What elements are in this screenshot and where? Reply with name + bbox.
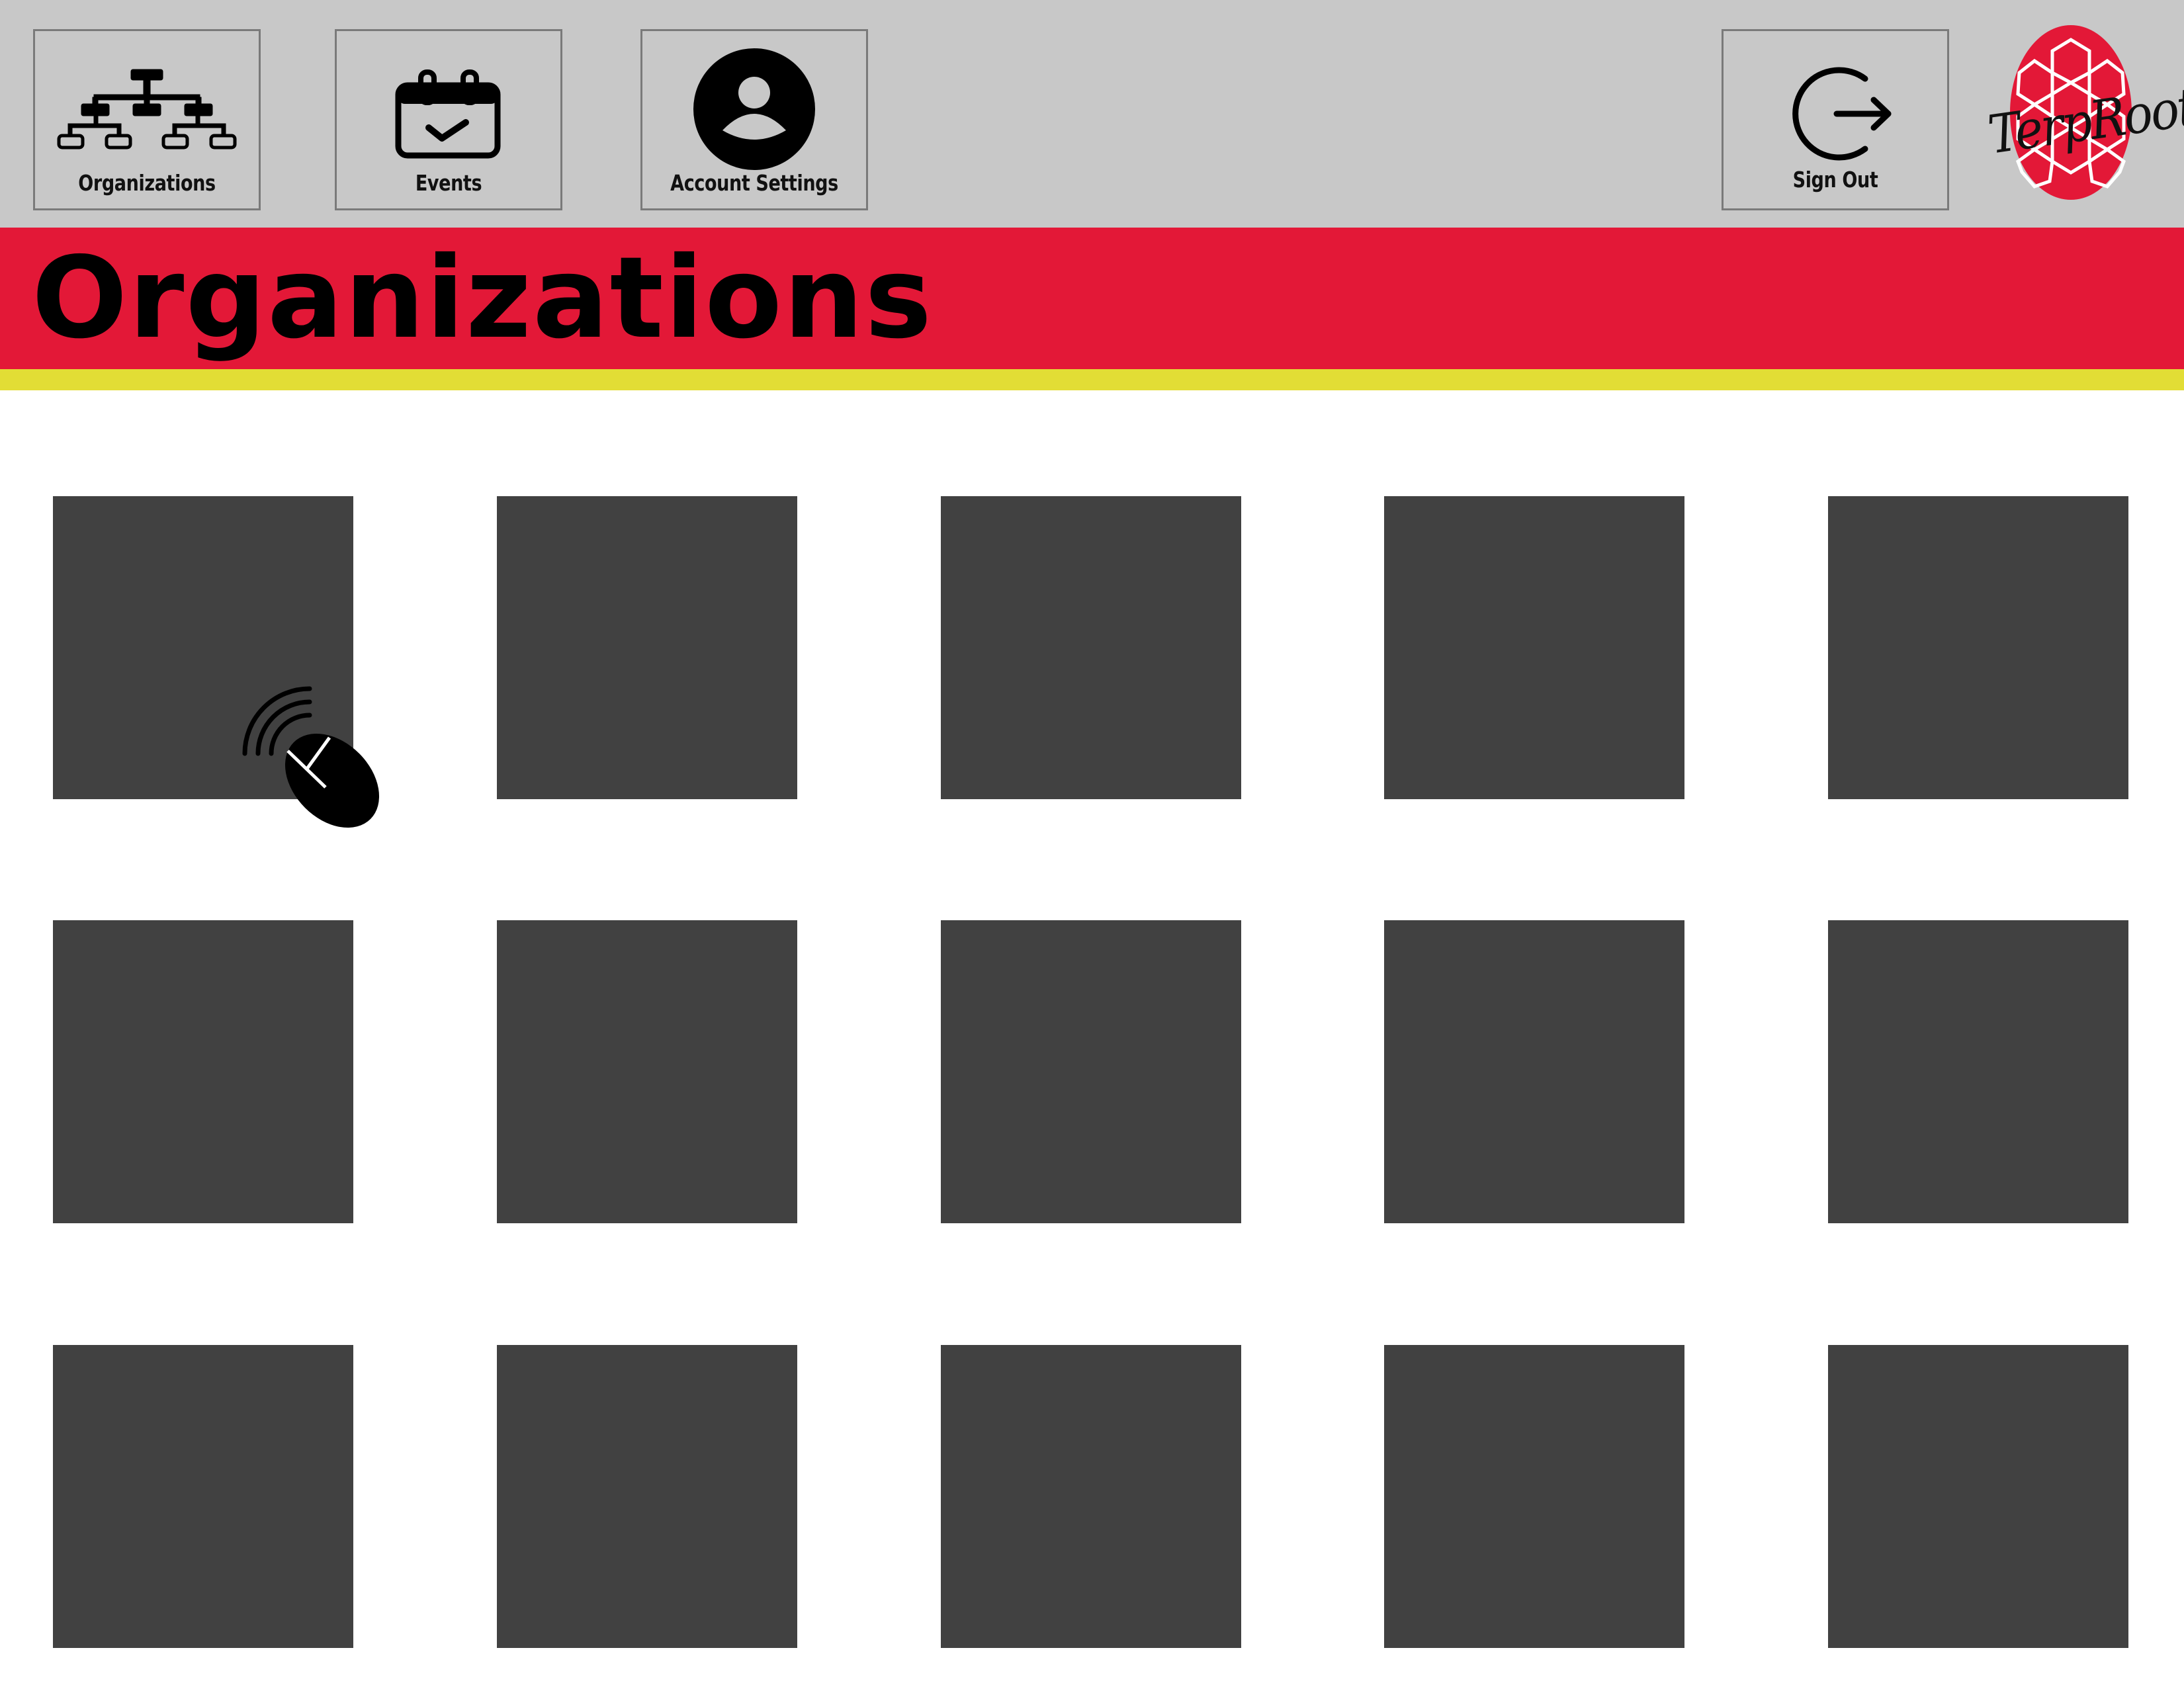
nav-account-settings-button[interactable]: Account Settings [640, 29, 868, 210]
organization-tile[interactable] [53, 920, 353, 1223]
organization-tile[interactable] [941, 1345, 1241, 1648]
nav-events-label: Events [415, 170, 482, 196]
organization-tile[interactable] [1828, 1345, 2128, 1648]
user-circle-icon [642, 31, 866, 170]
organization-tile[interactable] [1384, 920, 1684, 1223]
organization-tile[interactable] [941, 920, 1241, 1223]
organization-tile[interactable] [53, 1345, 353, 1648]
nav-account-settings-label: Account Settings [670, 170, 838, 196]
org-chart-icon [35, 31, 259, 170]
organization-tile[interactable] [497, 920, 797, 1223]
top-navigation-bar: Organizations Events Account Settings Si… [0, 0, 2184, 228]
page-title: Organizations [32, 233, 934, 364]
organization-tile[interactable] [1828, 920, 2128, 1223]
nav-organizations-button[interactable]: Organizations [33, 29, 261, 210]
sign-out-icon [1724, 31, 1947, 170]
terproots-logo[interactable]: TerpRoots [1972, 20, 2184, 212]
calendar-check-icon [337, 31, 560, 170]
organization-tile[interactable] [1384, 496, 1684, 799]
nav-organizations-label: Organizations [78, 170, 216, 196]
organization-tile[interactable] [1828, 496, 2128, 799]
accent-stripe [0, 369, 2184, 390]
sign-out-button[interactable]: Sign Out [1722, 29, 1949, 210]
nav-events-button[interactable]: Events [335, 29, 562, 210]
sign-out-label: Sign Out [1792, 167, 1878, 193]
organization-tile[interactable] [497, 496, 797, 799]
page-title-band: Organizations [0, 228, 2184, 369]
mouse-click-icon [218, 665, 404, 850]
organization-tile[interactable] [941, 496, 1241, 799]
organization-tile[interactable] [1384, 1345, 1684, 1648]
organization-tile[interactable] [497, 1345, 797, 1648]
